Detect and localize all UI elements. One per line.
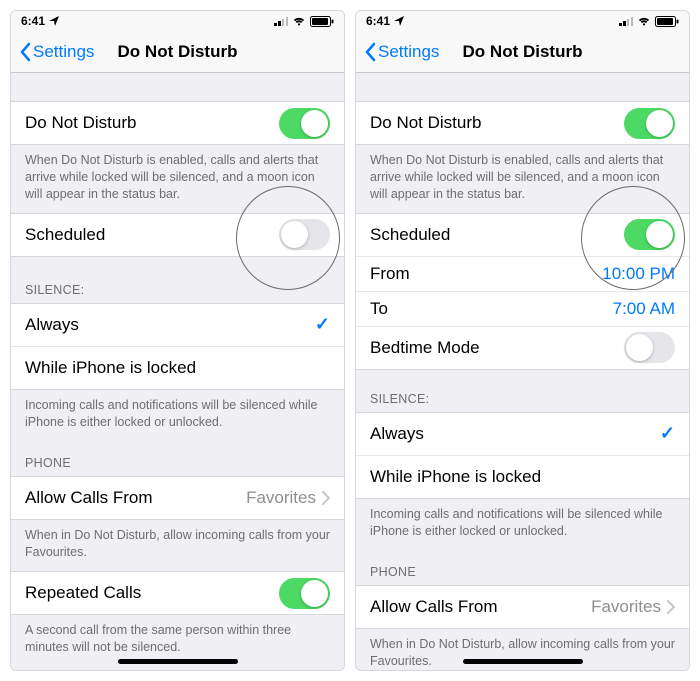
driving-header: DO NOT DISTURB WHILE DRIVING [11,666,344,670]
scheduled-toggle[interactable] [279,219,330,250]
nav-bar: Settings Do Not Disturb [356,31,689,73]
silence-always-label: Always [25,315,79,335]
phone-screenshot-scheduled-off: 6:41 Settings Do Not Disturb Do Not Dist… [10,10,345,671]
allow-calls-footer: When in Do Not Disturb, allow incoming c… [11,520,344,571]
back-button[interactable]: Settings [364,42,439,62]
signal-icon [274,16,288,26]
scheduled-row[interactable]: Scheduled [356,213,689,257]
phone-screenshot-scheduled-on: 6:41 Settings Do Not Disturb Do Not Dist… [355,10,690,671]
allow-calls-row[interactable]: Allow Calls From Favorites [356,585,689,629]
dnd-row[interactable]: Do Not Disturb [356,101,689,145]
allow-calls-label: Allow Calls From [25,488,153,508]
silence-footer: Incoming calls and notifications will be… [11,390,344,441]
silence-locked-label: While iPhone is locked [25,358,196,378]
dnd-label: Do Not Disturb [25,113,136,133]
allow-calls-label: Allow Calls From [370,597,498,617]
bedtime-row[interactable]: Bedtime Mode [356,326,689,370]
silence-footer: Incoming calls and notifications will be… [356,499,689,550]
silence-header: SILENCE: [11,257,344,303]
bedtime-toggle[interactable] [624,332,675,363]
wifi-icon [292,16,306,26]
silence-always-row[interactable]: Always ✓ [11,303,344,347]
nav-bar: Settings Do Not Disturb [11,31,344,73]
back-label: Settings [33,42,94,62]
location-icon [394,16,404,26]
scheduled-from-label: From [370,264,410,284]
dnd-footer: When Do Not Disturb is enabled, calls an… [356,145,689,213]
silence-locked-row[interactable]: While iPhone is locked [11,346,344,390]
scheduled-label: Scheduled [370,225,450,245]
chevron-right-icon [322,491,330,505]
scheduled-row[interactable]: Scheduled [11,213,344,257]
allow-calls-value: Favorites [591,597,675,617]
status-time: 6:41 [21,14,45,28]
checkmark-icon: ✓ [660,423,675,444]
silence-always-label: Always [370,424,424,444]
scheduled-to-label: To [370,299,388,319]
back-button[interactable]: Settings [19,42,94,62]
location-icon [49,16,59,26]
silence-always-row[interactable]: Always ✓ [356,412,689,456]
dnd-row[interactable]: Do Not Disturb [11,101,344,145]
status-bar: 6:41 [356,11,689,31]
home-indicator[interactable] [463,659,583,664]
repeated-calls-label: Repeated Calls [25,583,141,603]
phone-header: PHONE [11,440,344,476]
wifi-icon [637,16,651,26]
scheduled-to-value: 7:00 AM [613,299,675,319]
signal-icon [619,16,633,26]
home-indicator[interactable] [118,659,238,664]
dnd-footer: When Do Not Disturb is enabled, calls an… [11,145,344,213]
repeated-calls-toggle[interactable] [279,578,330,609]
chevron-left-icon [19,42,31,62]
status-time: 6:41 [366,14,390,28]
dnd-label: Do Not Disturb [370,113,481,133]
allow-calls-value: Favorites [246,488,330,508]
chevron-left-icon [364,42,376,62]
silence-locked-row[interactable]: While iPhone is locked [356,455,689,499]
scheduled-from-value: 10:00 PM [602,264,675,284]
scheduled-label: Scheduled [25,225,105,245]
back-label: Settings [378,42,439,62]
dnd-toggle[interactable] [279,108,330,139]
repeated-calls-row[interactable]: Repeated Calls [11,571,344,615]
battery-icon [655,16,679,27]
silence-header: SILENCE: [356,370,689,412]
chevron-right-icon [667,600,675,614]
scheduled-to-row[interactable]: To 7:00 AM [356,291,689,327]
status-bar: 6:41 [11,11,344,31]
bedtime-label: Bedtime Mode [370,338,480,358]
scheduled-toggle[interactable] [624,219,675,250]
scheduled-from-row[interactable]: From 10:00 PM [356,256,689,292]
phone-header: PHONE [356,549,689,585]
allow-calls-row[interactable]: Allow Calls From Favorites [11,476,344,520]
checkmark-icon: ✓ [315,314,330,335]
silence-locked-label: While iPhone is locked [370,467,541,487]
battery-icon [310,16,334,27]
dnd-toggle[interactable] [624,108,675,139]
